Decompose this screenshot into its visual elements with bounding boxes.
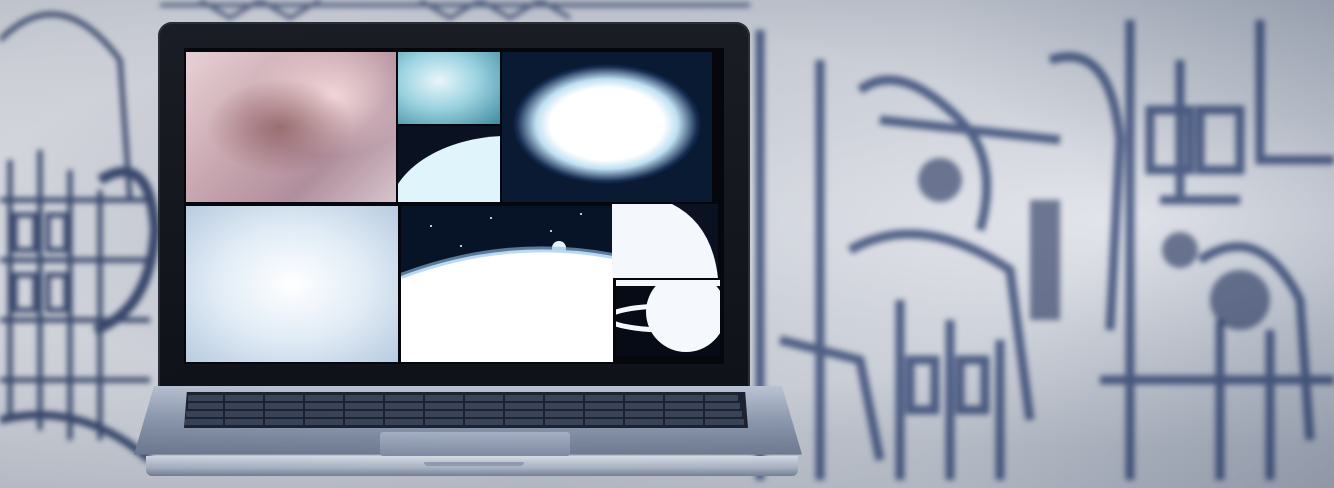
keyboard-keys <box>184 395 744 425</box>
trackpad <box>380 432 570 456</box>
earth-horizon-svg <box>401 213 613 362</box>
photo-scene <box>0 0 1334 488</box>
planet-edge-tile <box>398 126 500 202</box>
ringed-planet-svg <box>616 280 720 352</box>
keyboard <box>184 392 748 428</box>
lid-opening-notch <box>424 462 524 466</box>
nebula-tile <box>186 52 396 202</box>
white-shape-tile <box>612 204 718 278</box>
ringed-planet-tile <box>616 280 720 356</box>
laptop-front-edge <box>146 456 798 476</box>
earth-horizon-tile <box>401 206 613 362</box>
laptop-screen <box>184 48 724 364</box>
planet-edge-svg <box>398 136 500 202</box>
blue-cloud-tile <box>398 52 500 124</box>
bright-galaxy-tile <box>502 52 712 202</box>
hazy-sky-tile <box>186 206 398 362</box>
white-shape-svg <box>612 204 718 278</box>
